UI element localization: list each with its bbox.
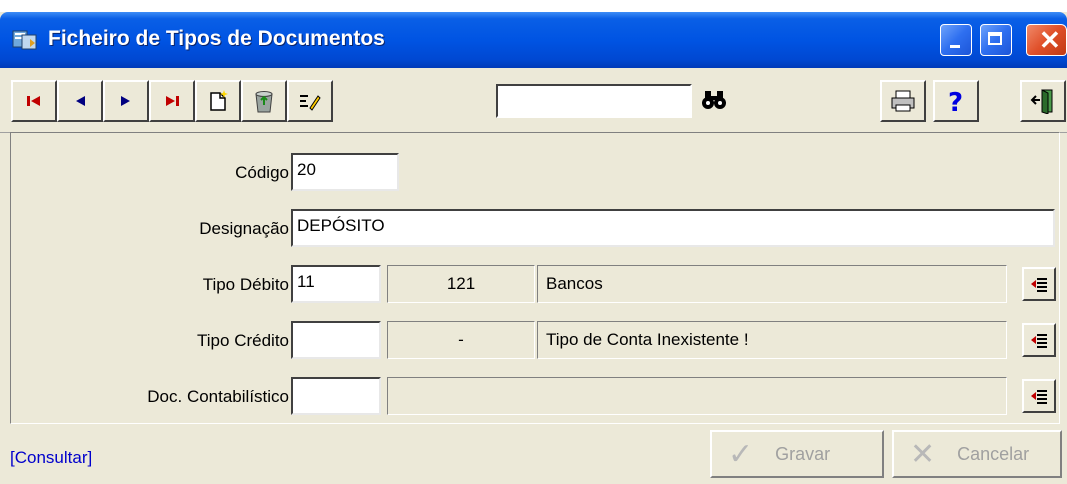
binoculars-icon [702, 91, 726, 109]
tipo-credito-description: Tipo de Conta Inexistente ! [537, 321, 1007, 359]
codigo-input[interactable]: 20 [291, 153, 399, 191]
search-input[interactable] [496, 84, 692, 118]
last-record-button[interactable] [149, 80, 195, 122]
window-title: Ficheiro de Tipos de Documentos [48, 27, 385, 50]
tipo-credito-label: Tipo Crédito [197, 331, 289, 350]
new-document-icon [210, 90, 228, 111]
help-button[interactable]: ? [933, 80, 979, 122]
doc-contabilistico-lookup-button[interactable] [1022, 379, 1056, 413]
document-types-window: Ficheiro de Tipos de Documentos ✕ ? Códi… [0, 12, 1067, 484]
doc-contabilistico-label: Doc. Contabilístico [147, 387, 289, 406]
tipo-debito-label: Tipo Débito [202, 275, 289, 294]
last-record-icon [166, 96, 179, 106]
minimize-button[interactable] [940, 24, 972, 56]
tipo-debito-description: Bancos [537, 265, 1007, 303]
title-bar[interactable]: Ficheiro de Tipos de Documentos ✕ [0, 12, 1067, 68]
tipo-debito-account: 121 [387, 265, 535, 303]
exit-door-icon [1030, 89, 1053, 114]
tipo-debito-lookup-button[interactable] [1022, 267, 1056, 301]
printer-icon [891, 90, 915, 112]
new-record-button[interactable] [195, 80, 241, 122]
close-button[interactable]: ✕ [1026, 24, 1067, 56]
designacao-label: Designação [199, 219, 289, 238]
cancel-button[interactable]: ✕ Cancelar [892, 430, 1062, 478]
first-record-button[interactable] [11, 80, 57, 122]
tipo-credito-lookup-button[interactable] [1022, 323, 1056, 357]
mode-status-link[interactable]: [Consultar] [10, 448, 92, 468]
edit-pencil-icon [300, 95, 321, 111]
tipo-debito-input[interactable]: 11 [291, 265, 381, 303]
print-button[interactable] [880, 80, 926, 122]
help-question-icon: ? [948, 88, 963, 115]
close-icon: ✕ [1039, 25, 1061, 55]
doc-contabilistico-input[interactable] [291, 377, 381, 415]
toolbar: ? [0, 68, 1067, 133]
tipo-credito-input[interactable] [291, 321, 381, 359]
edit-record-button[interactable] [287, 80, 333, 122]
save-label: Gravar [775, 443, 831, 464]
next-record-button[interactable] [103, 80, 149, 122]
checkmark-icon: ✓ [728, 437, 754, 471]
first-record-icon [27, 96, 40, 106]
maximize-button[interactable] [980, 24, 1012, 56]
codigo-label: Código [235, 163, 289, 182]
designacao-input[interactable]: DEPÓSITO [291, 209, 1055, 247]
app-icon [12, 30, 37, 50]
cancel-label: Cancelar [957, 443, 1030, 464]
tipo-credito-account: - [387, 321, 535, 359]
delete-record-button[interactable] [241, 80, 287, 122]
recycle-bin-icon [255, 91, 273, 113]
cancel-x-icon: ✕ [910, 437, 936, 471]
exit-button[interactable] [1020, 80, 1066, 122]
list-lookup-icon [1031, 278, 1047, 292]
find-button[interactable] [700, 88, 728, 117]
form-panel: Código 20 Designação DEPÓSITO Tipo Débit… [10, 132, 1060, 424]
svg-text:?: ? [948, 88, 963, 115]
save-button[interactable]: ✓ Gravar [710, 430, 884, 478]
list-lookup-icon [1031, 390, 1047, 404]
list-lookup-icon [1031, 334, 1047, 348]
doc-contabilistico-description [387, 377, 1007, 415]
next-record-icon [121, 96, 130, 106]
previous-record-icon [76, 96, 85, 106]
previous-record-button[interactable] [57, 80, 103, 122]
